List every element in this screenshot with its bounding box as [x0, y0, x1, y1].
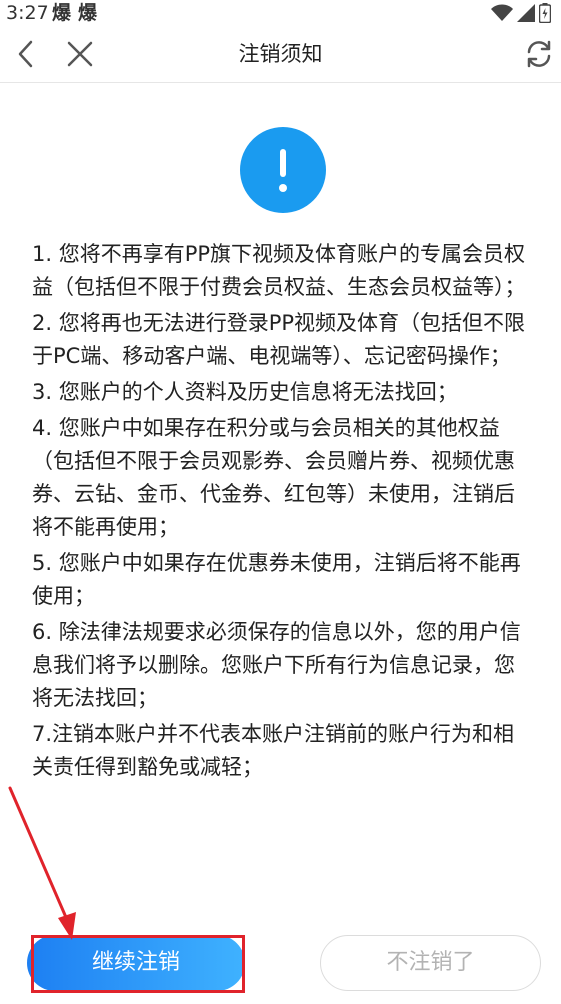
- term-item: 7.注销本账户并不代表本账户注销前的账户行为和相关责任得到豁免或减轻；: [32, 722, 515, 779]
- exclamation-icon: [240, 127, 326, 213]
- highlight-box: [31, 935, 245, 993]
- refresh-icon: [527, 40, 551, 68]
- status-bar: 3:27 爆 爆: [0, 0, 561, 26]
- term-item: 6. 除法律法规要求必须保存的信息以外，您的用户信息我们将予以删除。您账户下所有…: [32, 620, 521, 710]
- status-icons: [491, 2, 551, 24]
- header-bar: 注销须知: [0, 26, 561, 83]
- term-item: 3. 您账户的个人资料及历史信息将无法找回；: [32, 380, 458, 404]
- wifi-icon: [491, 4, 513, 21]
- cancellation-terms: 1. 您将不再享有PP旗下视频及体育账户的专属会员权益（包括但不限于付费会员权益…: [32, 238, 532, 787]
- notification-icon: 爆: [52, 2, 72, 24]
- keep-account-button[interactable]: 不注销了: [320, 935, 541, 991]
- exclamation-dot: [279, 184, 287, 192]
- term-item: 4. 您账户中如果存在积分或与会员相关的其他权益（包括但不限于会员观影券、会员赠…: [32, 416, 515, 539]
- status-time: 3:27: [6, 2, 49, 24]
- signal-icon: [517, 4, 535, 22]
- term-item: 2. 您将再也无法进行登录PP视频及体育（包括但不限于PC端、移动客户端、电视端…: [32, 311, 526, 368]
- battery-icon: [539, 3, 551, 23]
- account-cancellation-page: 3:27 爆 爆 注销须知 1. 您将不再享有PP旗下视频及体育账户的专属会员权…: [0, 0, 561, 1004]
- term-item: 5. 您账户中如果存在优惠券未使用，注销后将不能再使用；: [32, 551, 521, 608]
- refresh-button[interactable]: [523, 38, 555, 70]
- term-item: 1. 您将不再享有PP旗下视频及体育账户的专属会员权益（包括但不限于付费会员权益…: [32, 242, 526, 299]
- page-title: 注销须知: [238, 42, 323, 66]
- exclamation-bar: [280, 149, 286, 177]
- notification-icon: 爆: [78, 2, 98, 24]
